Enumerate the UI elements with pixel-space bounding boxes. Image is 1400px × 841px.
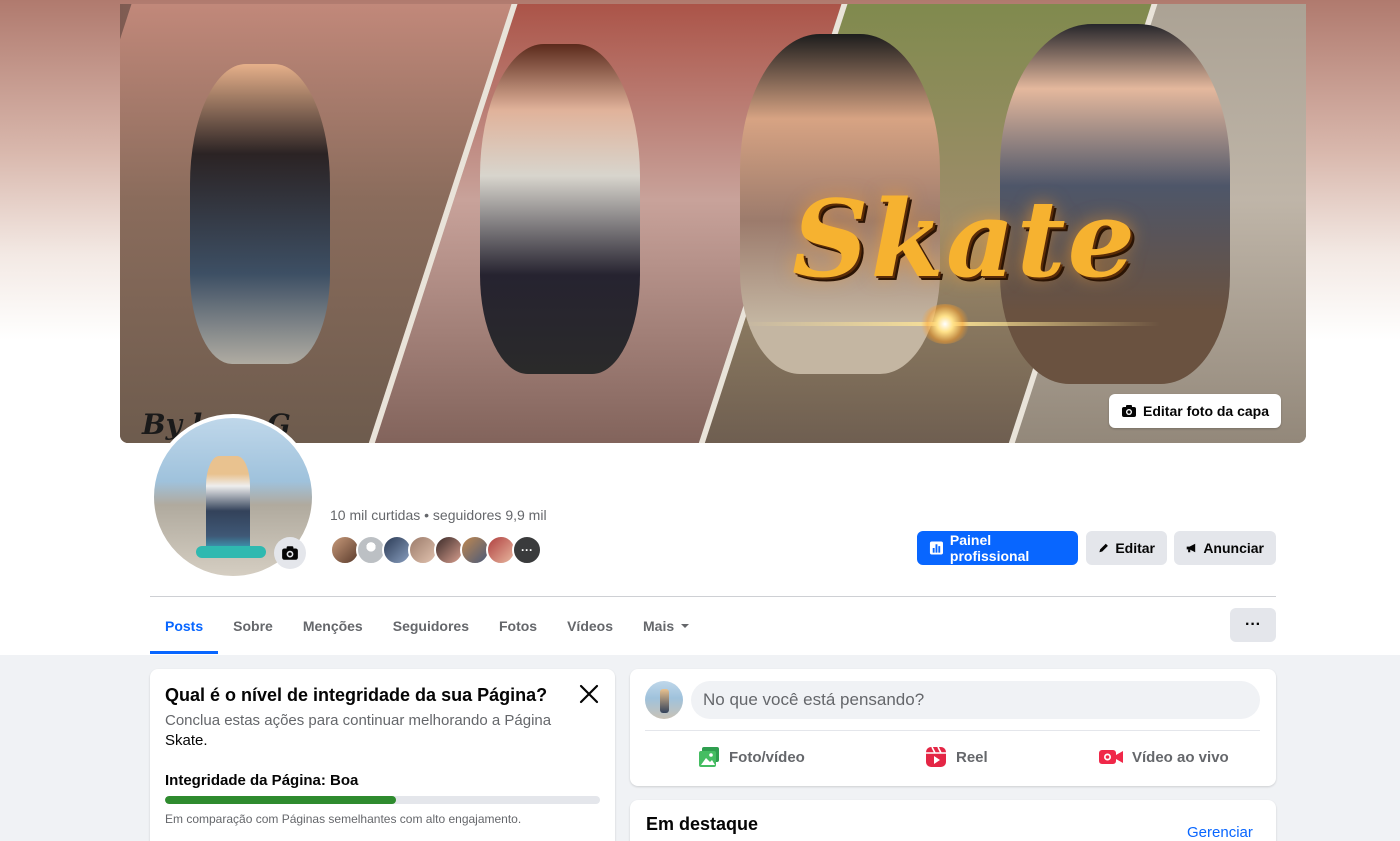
tab-more-label: Mais <box>643 618 675 634</box>
pencil-icon <box>1099 543 1108 553</box>
close-icon[interactable] <box>578 683 600 705</box>
composer-placeholder: No que você está pensando? <box>703 690 925 709</box>
edit-page-button[interactable]: Editar <box>1086 531 1167 565</box>
profile-tabs: Posts Sobre Menções Seguidores Fotos Víd… <box>150 598 705 654</box>
integrity-description: Conclua estas ações para continuar melho… <box>165 711 585 751</box>
more-followers-icon[interactable]: ··· <box>512 535 542 565</box>
tab-about[interactable]: Sobre <box>218 598 288 654</box>
megaphone-icon <box>1186 543 1196 553</box>
header-divider <box>150 596 1276 597</box>
photo-video-label: Foto/vídeo <box>729 748 805 766</box>
integrity-page-name: Skate. <box>165 732 208 749</box>
tab-more[interactable]: Mais <box>628 598 705 654</box>
more-options-button[interactable]: ··· <box>1230 608 1276 642</box>
post-composer: No que você está pensando? Foto/vídeo Re… <box>630 669 1276 786</box>
integrity-progress-fill <box>165 796 396 804</box>
live-video-button[interactable]: Vídeo ao vivo <box>1098 743 1229 771</box>
featured-manage-link[interactable]: Gerenciar <box>1187 824 1253 841</box>
tab-photos[interactable]: Fotos <box>484 598 552 654</box>
photo-icon <box>699 747 719 767</box>
composer-divider <box>645 730 1260 731</box>
caret-down-icon <box>681 624 690 628</box>
cover-figure-2 <box>480 44 640 374</box>
photo-video-button[interactable]: Foto/vídeo <box>697 743 805 771</box>
profile-header-area: Skate By lous.G Editar foto da capa 10 m… <box>0 0 1400 655</box>
cover-lens-flare <box>920 304 970 344</box>
live-video-label: Vídeo ao vivo <box>1132 748 1229 766</box>
camera-icon <box>282 546 298 560</box>
professional-dashboard-label: Painel profissional <box>949 532 1030 564</box>
integrity-status-label: Integridade da Página: Boa <box>165 772 359 789</box>
integrity-progress-bar <box>165 796 600 804</box>
cover-title-text: Skate <box>792 176 1138 301</box>
tab-followers[interactable]: Seguidores <box>378 598 484 654</box>
reel-label: Reel <box>956 748 988 766</box>
cover-photo[interactable]: Skate By lous.G <box>120 4 1306 443</box>
featured-card: Em destaque Gerenciar <box>630 800 1276 841</box>
cover-figure-1 <box>190 64 330 364</box>
integrity-title: Qual é o nível de integridade da sua Pág… <box>165 685 548 705</box>
composer-avatar-figure <box>660 689 669 713</box>
change-avatar-button[interactable] <box>274 537 306 569</box>
tab-mentions[interactable]: Menções <box>288 598 378 654</box>
edit-cover-photo-button[interactable]: Editar foto da capa <box>1109 394 1282 428</box>
bar-chart-icon <box>929 541 943 555</box>
camera-icon <box>1122 405 1136 417</box>
reel-button[interactable]: Reel <box>924 743 988 771</box>
edit-page-label: Editar <box>1115 540 1155 556</box>
advertise-button[interactable]: Anunciar <box>1174 531 1276 565</box>
page-stats[interactable]: 10 mil curtidas • seguidores 9,9 mil <box>330 507 547 523</box>
integrity-note: Em comparação com Páginas semelhantes co… <box>165 812 522 826</box>
avatar-figure <box>206 456 250 556</box>
featured-title: Em destaque <box>646 814 759 834</box>
integrity-description-text: Conclua estas ações para continuar melho… <box>165 712 552 729</box>
page-integrity-card: Qual é o nível de integridade da sua Pág… <box>150 669 615 841</box>
live-video-icon <box>1099 750 1123 764</box>
advertise-label: Anunciar <box>1203 540 1264 556</box>
professional-dashboard-button[interactable]: Painel profissional <box>917 531 1078 565</box>
composer-avatar[interactable] <box>645 681 683 719</box>
reel-icon <box>926 746 946 767</box>
edit-cover-photo-label: Editar foto da capa <box>1143 403 1270 419</box>
avatar-skateboard <box>196 546 266 558</box>
composer-input[interactable]: No que você está pensando? <box>691 681 1260 719</box>
tab-videos[interactable]: Vídeos <box>552 598 628 654</box>
follower-avatars[interactable]: ··· <box>330 535 542 565</box>
tab-posts[interactable]: Posts <box>150 598 219 654</box>
